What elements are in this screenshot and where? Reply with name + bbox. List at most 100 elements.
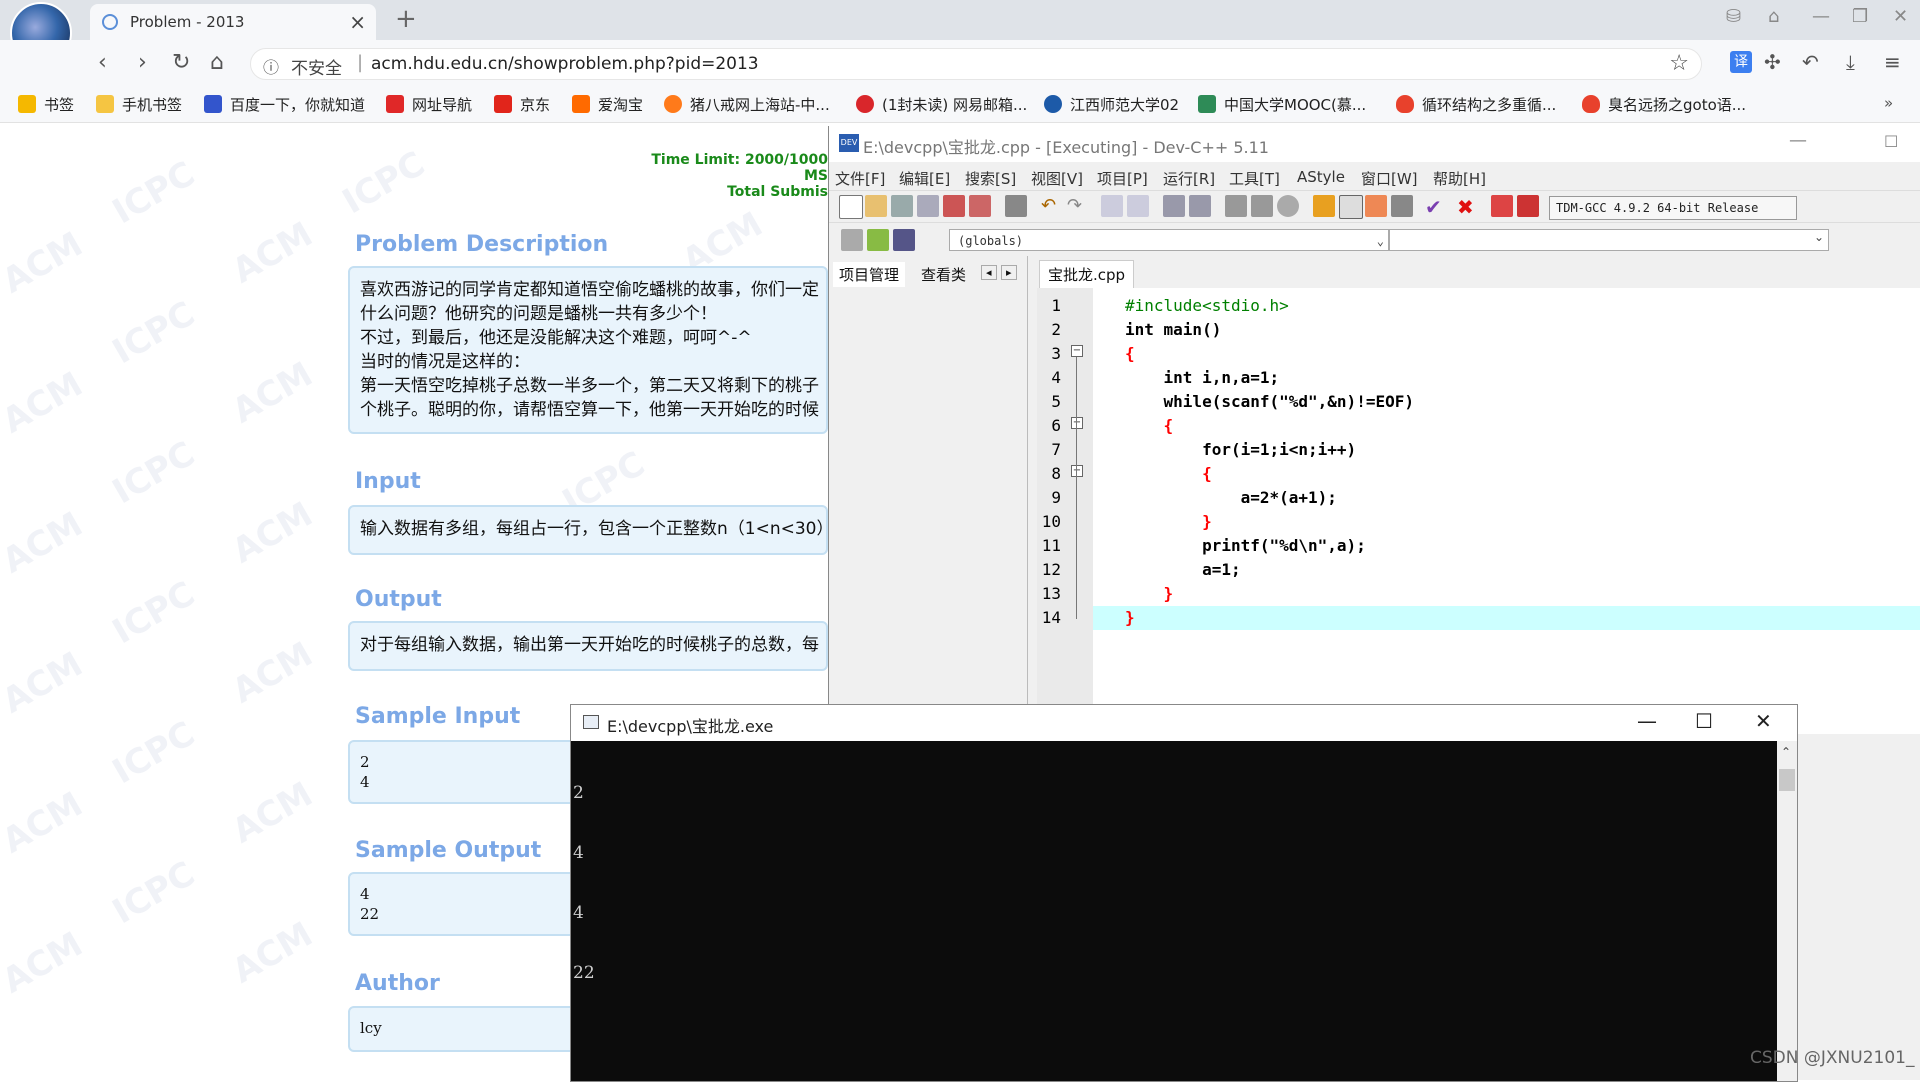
menu-window[interactable]: 窗口[W] bbox=[1361, 168, 1418, 189]
bookmark-star-icon[interactable]: ☆ bbox=[1669, 51, 1689, 76]
find-icon[interactable] bbox=[1101, 195, 1123, 217]
code-line: while(scanf("%d",&n)!=EOF) bbox=[1125, 392, 1414, 411]
close-tab-icon[interactable]: × bbox=[349, 10, 366, 34]
minimize-icon[interactable]: — bbox=[1637, 709, 1657, 733]
unindent-icon[interactable] bbox=[1189, 195, 1211, 217]
scope-select[interactable]: (globals) ⌄ bbox=[949, 229, 1389, 251]
function-select[interactable]: ⌄ bbox=[1389, 229, 1829, 251]
csdn-watermark: CSDN @JXNU2101_ bbox=[1750, 1048, 1915, 1068]
info-icon[interactable]: ⓘ bbox=[263, 54, 279, 78]
rebuild-icon[interactable] bbox=[1391, 195, 1413, 217]
menu-file[interactable]: 文件[F] bbox=[835, 168, 885, 189]
indent-icon[interactable] bbox=[1163, 195, 1185, 217]
bookmark-item[interactable]: 书签 bbox=[18, 94, 74, 115]
forward-icon[interactable] bbox=[1251, 195, 1273, 217]
stop-icon[interactable]: ✖ bbox=[1457, 195, 1479, 219]
tab-scroll-right-icon[interactable]: ▸ bbox=[1001, 265, 1017, 280]
open-file-icon[interactable] bbox=[865, 195, 887, 217]
tab-scroll-left-icon[interactable]: ◂ bbox=[981, 265, 997, 280]
download-icon[interactable]: ⤓ bbox=[1846, 50, 1855, 74]
home-icon[interactable]: ⌂ bbox=[210, 50, 224, 75]
redo-icon[interactable]: ↷ bbox=[1067, 195, 1089, 217]
minimize-icon[interactable]: — bbox=[1789, 130, 1807, 151]
bookmark-item[interactable]: 爱淘宝 bbox=[572, 94, 643, 115]
maximize-icon[interactable]: ☐ bbox=[1695, 709, 1713, 733]
bookmark-item[interactable]: 江西师范大学02 bbox=[1044, 94, 1179, 115]
bookmark-item[interactable]: 猪八戒网上海站-中... bbox=[664, 94, 830, 115]
bookmark-item[interactable]: 网址导航 bbox=[386, 94, 472, 115]
close-icon[interactable]: ✕ bbox=[1755, 709, 1772, 733]
code-editor[interactable]: #include<stdio.h> int main() { int i,n,a… bbox=[1093, 288, 1920, 706]
line-number: 7 bbox=[1051, 440, 1061, 459]
run-icon[interactable] bbox=[1339, 195, 1363, 219]
print-icon[interactable] bbox=[1005, 195, 1027, 217]
save-all-icon[interactable] bbox=[917, 195, 939, 217]
new-file-icon[interactable] bbox=[839, 195, 863, 219]
compile-run-icon[interactable] bbox=[1365, 195, 1387, 217]
back-icon[interactable] bbox=[1225, 195, 1247, 217]
restore-icon[interactable]: ❐ bbox=[1852, 6, 1868, 27]
undo-icon[interactable]: ↶ bbox=[1802, 50, 1819, 74]
tab-project[interactable]: 项目管理 bbox=[833, 262, 906, 287]
back-icon[interactable]: ‹ bbox=[98, 50, 107, 75]
translate-icon[interactable]: 译 bbox=[1730, 51, 1752, 73]
forward-icon[interactable]: › bbox=[138, 50, 147, 75]
goto-icon[interactable] bbox=[867, 229, 889, 251]
url-text[interactable]: acm.hdu.edu.cn/showproblem.php?pid=2013 bbox=[371, 54, 759, 74]
reload-icon[interactable]: ↻ bbox=[172, 50, 190, 75]
menu-help[interactable]: 帮助[H] bbox=[1433, 168, 1486, 189]
bookmark-item[interactable]: 臭名远扬之goto语... bbox=[1582, 94, 1746, 115]
console-output-area[interactable]: 2 4 4 22 bbox=[571, 741, 1777, 1081]
close-all-icon[interactable] bbox=[969, 195, 991, 217]
menu-run[interactable]: 运行[R] bbox=[1163, 168, 1215, 189]
menu-astyle[interactable]: AStyle bbox=[1297, 168, 1345, 186]
bookmark-item[interactable]: 百度一下，你就知道 bbox=[204, 94, 365, 115]
scroll-up-icon[interactable]: ⌃ bbox=[1781, 745, 1791, 759]
menu-search[interactable]: 搜索[S] bbox=[965, 168, 1016, 189]
new-tab-button[interactable]: + bbox=[395, 4, 417, 34]
toggle-icon[interactable] bbox=[893, 229, 915, 251]
shirt-icon[interactable]: ⌂ bbox=[1768, 6, 1779, 27]
bookmark-item[interactable]: 京东 bbox=[494, 94, 550, 115]
maximize-icon[interactable]: ☐ bbox=[1884, 132, 1898, 151]
fold-toggle-icon[interactable]: − bbox=[1071, 417, 1083, 429]
mail-icon bbox=[856, 95, 874, 113]
menu-tools[interactable]: 工具[T] bbox=[1229, 168, 1280, 189]
debug-icon[interactable] bbox=[1517, 195, 1539, 217]
minimize-icon[interactable]: — bbox=[1812, 6, 1830, 27]
fold-toggle-icon[interactable]: − bbox=[1071, 465, 1083, 477]
description-box: 喜欢西游记的同学肯定都知道悟空偷吃蟠桃的故事，你们一定 什么问题？他研究的问题是… bbox=[348, 266, 828, 434]
undo-icon[interactable]: ↶ bbox=[1041, 195, 1063, 217]
url-separator: | bbox=[357, 52, 364, 73]
menu-icon[interactable]: ≡ bbox=[1884, 50, 1901, 74]
tab-classes[interactable]: 查看类 bbox=[915, 262, 972, 287]
menu-edit[interactable]: 编辑[E] bbox=[899, 168, 950, 189]
fold-toggle-icon[interactable]: − bbox=[1071, 345, 1083, 357]
editor-file-tab[interactable]: 宝批龙.cpp bbox=[1039, 260, 1135, 288]
security-label: 不安全 bbox=[291, 59, 342, 79]
menu-view[interactable]: 视图[V] bbox=[1031, 168, 1083, 189]
bookmark-item[interactable]: 循环结构之多重循... bbox=[1396, 94, 1556, 115]
close-file-icon[interactable] bbox=[943, 195, 965, 217]
console-scrollbar[interactable]: ⌃ bbox=[1777, 741, 1797, 1081]
bookmark-item[interactable]: (1封未读) 网易邮箱... bbox=[856, 94, 1027, 115]
more-bookmarks-icon[interactable]: » bbox=[1884, 94, 1893, 112]
insert-icon[interactable] bbox=[841, 229, 863, 251]
syntax-check-icon[interactable]: ✔ bbox=[1425, 195, 1447, 219]
bookmark-item[interactable]: 中国大学MOOC(慕... bbox=[1198, 94, 1366, 115]
code-line: } bbox=[1125, 608, 1135, 627]
close-window-icon[interactable]: ✕ bbox=[1893, 6, 1908, 27]
profile-icon[interactable] bbox=[1491, 195, 1513, 217]
extensions-icon[interactable]: ✣ bbox=[1764, 50, 1781, 74]
compile-icon[interactable] bbox=[1313, 195, 1335, 217]
bookmark-item[interactable]: 手机书签 bbox=[96, 94, 182, 115]
replace-icon[interactable] bbox=[1127, 195, 1149, 217]
scroll-thumb[interactable] bbox=[1779, 769, 1795, 791]
browser-tab[interactable]: Problem - 2013 × bbox=[90, 4, 376, 40]
account-icon[interactable]: ⛁ bbox=[1726, 6, 1741, 27]
compiler-select[interactable]: TDM-GCC 4.9.2 64-bit Release bbox=[1549, 196, 1797, 220]
menu-project[interactable]: 项目[P] bbox=[1097, 168, 1148, 189]
save-icon[interactable] bbox=[891, 195, 913, 217]
address-bar[interactable]: ⓘ 不安全 | acm.hdu.edu.cn/showproblem.php?p… bbox=[250, 48, 1702, 80]
bookmark-icon[interactable] bbox=[1277, 195, 1299, 217]
